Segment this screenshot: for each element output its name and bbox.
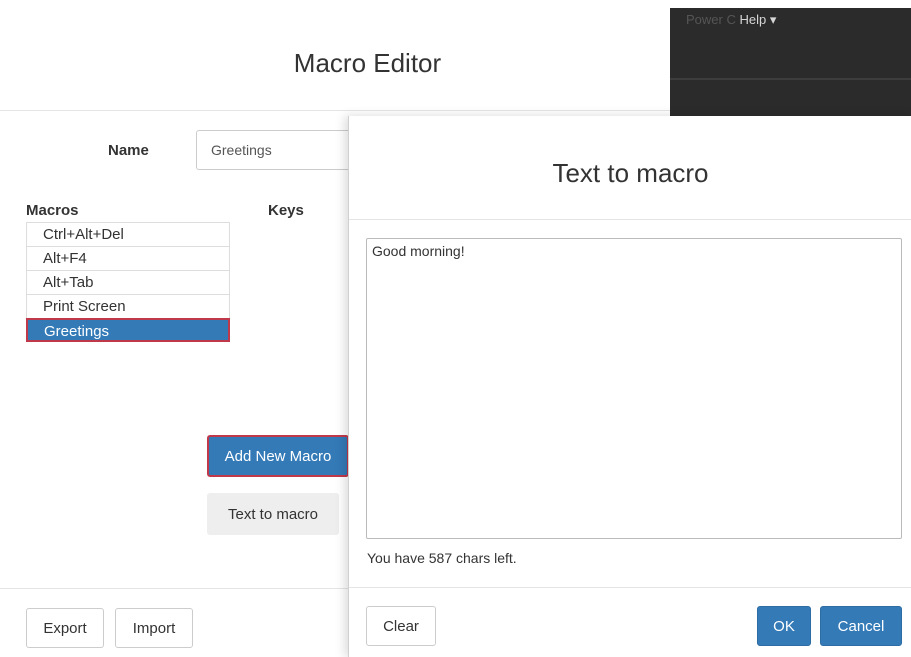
chars-left-text: You have 587 chars left. [367,550,517,566]
name-label: Name [108,142,149,159]
macro-list-item-selected[interactable]: Greetings [26,318,230,342]
export-button[interactable]: Export [26,608,104,648]
dialog-title: Text to macro [552,158,709,188]
macro-list-item[interactable]: Alt+Tab [26,270,230,294]
macro-text-area[interactable]: Good morning! [366,238,902,539]
macro-list-item[interactable]: Ctrl+Alt+Del [26,222,230,246]
page-title: Macro Editor [293,48,442,78]
add-new-macro-button[interactable]: Add New Macro [207,435,349,477]
header-divider [0,110,670,111]
keys-label: Keys [268,202,304,219]
ok-button[interactable]: OK [757,606,811,646]
import-button[interactable]: Import [115,608,193,648]
text-to-macro-button[interactable]: Text to macro [207,493,339,535]
macros-label: Macros [26,202,79,219]
macro-list-item[interactable]: Print Screen [26,294,230,318]
name-input[interactable] [196,130,356,170]
menu-item-partial[interactable]: Power C [686,12,736,27]
macro-list: Ctrl+Alt+Del Alt+F4 Alt+Tab Print Screen… [26,222,230,342]
cancel-button[interactable]: Cancel [820,606,902,646]
macro-list-item[interactable]: Alt+F4 [26,246,230,270]
top-menu: Power C Help ▾ [686,12,776,28]
dialog-header-divider [349,219,911,220]
dialog-footer-divider [349,587,911,588]
clear-button[interactable]: Clear [366,606,436,646]
footer-divider [0,588,348,589]
menu-item-help[interactable]: Help ▾ [739,12,776,27]
text-to-macro-dialog: Text to macro Good morning! You have 587… [348,116,911,657]
